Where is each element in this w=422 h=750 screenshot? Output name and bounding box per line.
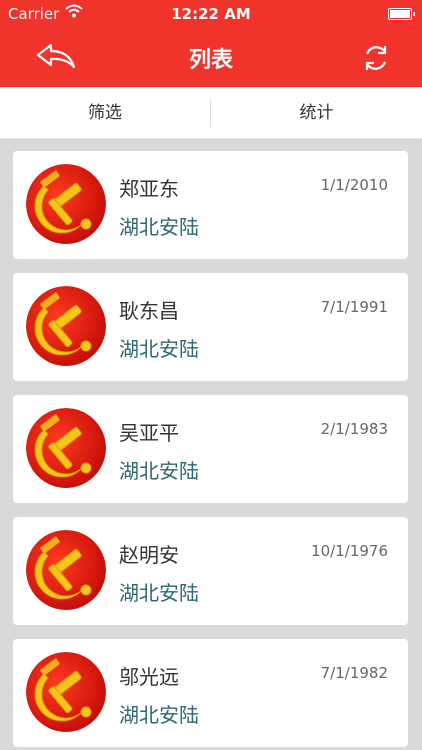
member-name: 邬光远	[119, 665, 179, 689]
join-date: 2/1/1983	[320, 420, 388, 438]
tab-filter[interactable]: 筛选	[0, 87, 210, 139]
member-location: 湖北安陆	[119, 581, 199, 605]
list-item[interactable]: 吴亚平 2/1/1983 湖北安陆	[13, 395, 408, 503]
party-emblem-icon	[26, 408, 106, 488]
party-emblem-icon	[26, 652, 106, 732]
party-emblem-icon	[26, 164, 106, 244]
member-name: 郑亚东	[119, 177, 179, 201]
nav-bar: 列表	[0, 30, 422, 87]
join-date: 7/1/1982	[320, 664, 388, 682]
list-item[interactable]: 郑亚东 1/1/2010 湖北安陆	[13, 151, 408, 259]
list-item[interactable]: 赵明安 10/1/1976 湖北安陆	[13, 517, 408, 625]
tab-statistics[interactable]: 统计	[211, 87, 422, 139]
header: Carrier 12:22 AM 列表	[0, 0, 422, 87]
refresh-button[interactable]	[358, 40, 394, 76]
party-emblem-icon	[26, 286, 106, 366]
filter-tabs: 筛选 统计	[0, 87, 422, 139]
member-name: 吴亚平	[119, 421, 179, 445]
battery-icon	[388, 8, 415, 20]
member-list: 郑亚东 1/1/2010 湖北安陆 耿东昌 7/1/1991 湖北安陆 吴亚平 …	[0, 139, 422, 750]
status-bar: Carrier 12:22 AM	[0, 0, 422, 30]
member-location: 湖北安陆	[119, 459, 199, 483]
join-date: 1/1/2010	[320, 176, 388, 194]
join-date: 10/1/1976	[311, 542, 388, 560]
join-date: 7/1/1991	[320, 298, 388, 316]
member-location: 湖北安陆	[119, 337, 199, 361]
party-emblem-icon	[26, 530, 106, 610]
back-button[interactable]	[34, 40, 78, 74]
member-name: 赵明安	[119, 543, 179, 567]
member-name: 耿东昌	[119, 299, 179, 323]
status-time: 12:22 AM	[171, 5, 251, 23]
member-location: 湖北安陆	[119, 703, 199, 727]
refresh-icon	[365, 46, 387, 70]
list-item[interactable]: 邬光远 7/1/1982 湖北安陆	[13, 639, 408, 747]
list-item[interactable]: 耿东昌 7/1/1991 湖北安陆	[13, 273, 408, 381]
back-arrow-icon	[36, 43, 76, 69]
member-location: 湖北安陆	[119, 215, 199, 239]
